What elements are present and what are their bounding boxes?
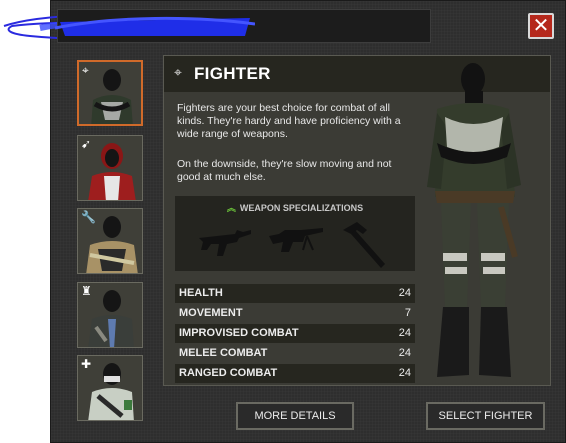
bag-icon: ♜: [81, 284, 92, 298]
stat-label: IMPROVISED COMBAT: [179, 327, 299, 339]
stat-row-melee-combat: MELEE COMBAT 24: [175, 344, 415, 363]
stat-row-improvised-combat: IMPROVISED COMBAT 24: [175, 324, 415, 343]
crosshair-icon: ⌖: [82, 63, 89, 77]
stat-label: MELEE COMBAT: [179, 347, 268, 359]
fighter-full-body-figure: [427, 63, 521, 377]
redacted-title-overlay: [55, 16, 255, 36]
stat-label: RANGED COMBAT: [179, 367, 278, 379]
class-description: Fighters are your best choice for combat…: [177, 102, 401, 140]
sidebar-item-engineer[interactable]: 🔧: [77, 208, 143, 274]
plus-icon: ✚: [81, 357, 92, 371]
wrench-icon: 🔧: [81, 210, 96, 224]
class-downside: On the downside, they're slow moving and…: [177, 158, 392, 183]
sidebar-item-scavenger[interactable]: ♜: [77, 282, 143, 348]
sledgehammer-icon: [343, 222, 385, 268]
sidebar-item-fighter[interactable]: ⌖: [77, 60, 143, 126]
stat-row-health: HEALTH 24: [175, 284, 415, 303]
stat-label: MOVEMENT: [179, 307, 243, 319]
stat-row-movement: MOVEMENT 7: [175, 304, 415, 323]
more-details-button[interactable]: MORE DETAILS: [236, 402, 354, 430]
weapon-specializations-title: ︽ WEAPON SPECIALIZATIONS: [175, 201, 415, 214]
class-title: FIGHTER: [194, 64, 271, 83]
double-chevron-up-icon: ︽: [226, 203, 236, 213]
weapon-specializations: ︽ WEAPON SPECIALIZATIONS: [175, 196, 415, 271]
winged-shoe-icon: ➹: [81, 137, 92, 151]
stat-row-ranged-combat: RANGED COMBAT 24: [175, 364, 415, 383]
crosshair-icon: ⌖: [174, 65, 182, 81]
weapon-specializations-label: WEAPON SPECIALIZATIONS: [239, 203, 364, 213]
machine-gun-icon: [269, 228, 323, 252]
close-button[interactable]: ✕: [528, 13, 554, 39]
sidebar-item-medic[interactable]: ✚: [77, 355, 143, 421]
assault-rifle-icon: [199, 230, 251, 256]
select-fighter-button[interactable]: SELECT FIGHTER: [426, 402, 545, 430]
sidebar-item-runner[interactable]: ➹: [77, 135, 143, 201]
stat-label: HEALTH: [179, 287, 223, 299]
